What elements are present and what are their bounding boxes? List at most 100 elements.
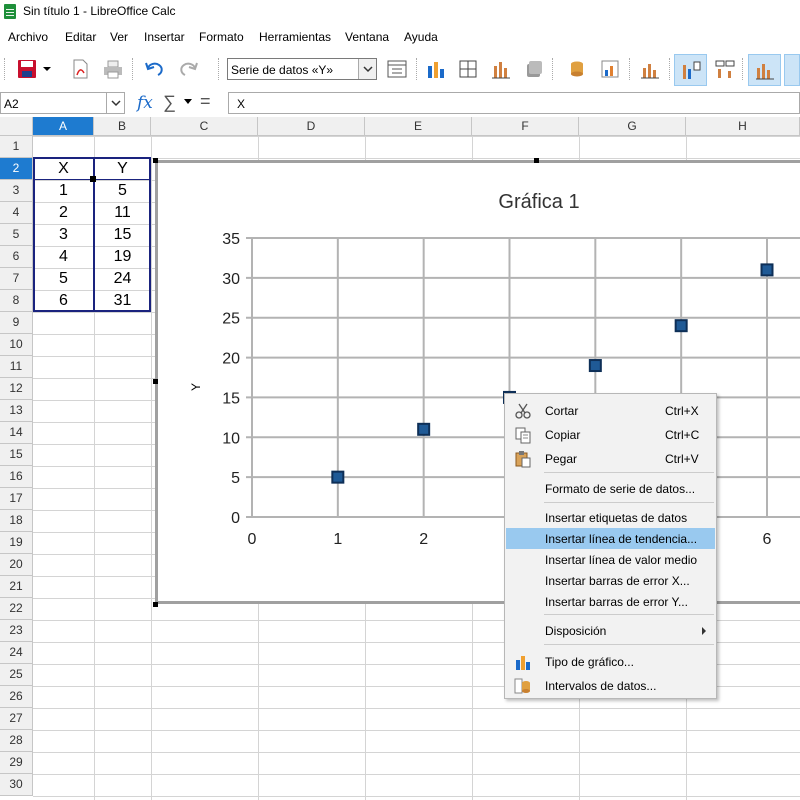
menu-item-label: Copiar [545, 428, 581, 442]
chart-title[interactable]: Gráfica 1 [498, 191, 579, 213]
row-header-13[interactable]: 13 [0, 400, 33, 422]
row-header-16[interactable]: 16 [0, 466, 33, 488]
menu-formato[interactable]: Formato [199, 30, 244, 44]
row-header-5[interactable]: 5 [0, 224, 33, 246]
menu-item-pegar[interactable]: Pegar Ctrl+V [506, 448, 715, 469]
chart-wall-button[interactable] [635, 54, 665, 84]
row-header-6[interactable]: 6 [0, 246, 33, 268]
chart-area-button[interactable] [748, 54, 781, 86]
menu-item-barras-error-x[interactable]: Insertar barras de error X... [506, 570, 715, 591]
chart-resize-handle-left[interactable] [153, 379, 158, 384]
name-box[interactable]: A2 [0, 92, 125, 114]
chart-resize-handle-top-left[interactable] [153, 158, 158, 163]
data-ranges-button[interactable] [562, 54, 592, 84]
menu-item-disposicion[interactable]: Disposición [506, 620, 715, 641]
row-header-9[interactable]: 9 [0, 312, 33, 334]
menu-archivo[interactable]: Archivo [8, 30, 48, 44]
chevron-down-icon[interactable] [106, 93, 124, 113]
undo-button[interactable] [140, 54, 170, 84]
row-header-22[interactable]: 22 [0, 598, 33, 620]
export-pdf-button[interactable] [65, 54, 95, 84]
chart-resize-handle-bottom-left[interactable] [153, 602, 158, 607]
menu-item-label: Cortar [545, 404, 579, 418]
column-header-g[interactable]: G [579, 117, 686, 136]
y-axis-title[interactable]: Y [189, 383, 203, 391]
row-header-28[interactable]: 28 [0, 730, 33, 752]
row-header-19[interactable]: 19 [0, 532, 33, 554]
menu-item-insertar-linea-tendencia[interactable]: Insertar línea de tendencia... [506, 528, 715, 549]
row-header-29[interactable]: 29 [0, 752, 33, 774]
data-point[interactable] [588, 359, 602, 373]
axes-button[interactable] [784, 54, 800, 86]
redo-button[interactable] [173, 54, 203, 84]
menu-item-insertar-etiquetas[interactable]: Insertar etiquetas de datos [506, 507, 715, 528]
data-table-button[interactable] [486, 54, 516, 84]
format-selection-button[interactable] [382, 54, 412, 84]
data-point[interactable] [674, 319, 688, 333]
menu-item-tipo-grafico[interactable]: Tipo de gráfico... [506, 651, 715, 672]
chevron-down-icon[interactable] [358, 59, 376, 79]
row-header-25[interactable]: 25 [0, 664, 33, 686]
menu-item-copiar[interactable]: Copiar Ctrl+C [506, 424, 715, 445]
grid-icon [459, 60, 477, 78]
row-header-4[interactable]: 4 [0, 202, 33, 224]
row-header-15[interactable]: 15 [0, 444, 33, 466]
menu-item-intervalos-datos[interactable]: Intervalos de datos... [506, 675, 715, 696]
row-header-26[interactable]: 26 [0, 686, 33, 708]
row-header-24[interactable]: 24 [0, 642, 33, 664]
menu-ver[interactable]: Ver [110, 30, 128, 44]
save-dropdown-button[interactable] [38, 54, 56, 84]
legend-button[interactable] [674, 54, 707, 86]
data-point[interactable] [331, 470, 345, 484]
chart-resize-handle-top[interactable] [534, 158, 539, 163]
column-header-b[interactable]: B [94, 117, 151, 136]
menu-item-cortar[interactable]: Cortar Ctrl+X [506, 400, 715, 421]
row-header-11[interactable]: 11 [0, 356, 33, 378]
row-header-8[interactable]: 8 [0, 290, 33, 312]
row-header-18[interactable]: 18 [0, 510, 33, 532]
column-header-d[interactable]: D [258, 117, 365, 136]
menu-insertar[interactable]: Insertar [144, 30, 185, 44]
cell-cursor-handle[interactable] [90, 176, 96, 182]
row-header-1[interactable]: 1 [0, 136, 33, 158]
menu-item-insertar-valor-medio[interactable]: Insertar línea de valor medio [506, 549, 715, 570]
chart-element-select[interactable]: Serie de datos «Y» [227, 58, 377, 80]
row-header-3[interactable]: 3 [0, 180, 33, 202]
formula-input[interactable]: X [228, 92, 800, 114]
column-header-e[interactable]: E [365, 117, 472, 136]
row-header-10[interactable]: 10 [0, 334, 33, 356]
sum-icon[interactable]: ∑ [163, 92, 176, 113]
row-header-14[interactable]: 14 [0, 422, 33, 444]
column-header-a[interactable]: A [33, 117, 94, 136]
3d-view-button[interactable] [519, 54, 549, 84]
menu-ventana[interactable]: Ventana [345, 30, 389, 44]
menu-item-barras-error-y[interactable]: Insertar barras de error Y... [506, 591, 715, 612]
sum-dropdown-icon[interactable] [183, 95, 193, 109]
menu-herramientas[interactable]: Herramientas [259, 30, 331, 44]
row-header-7[interactable]: 7 [0, 268, 33, 290]
data-point[interactable] [760, 263, 774, 277]
menu-editar[interactable]: Editar [65, 30, 96, 44]
menu-ayuda[interactable]: Ayuda [404, 30, 438, 44]
column-header-c[interactable]: C [151, 117, 258, 136]
select-all-corner[interactable] [0, 117, 33, 136]
row-header-23[interactable]: 23 [0, 620, 33, 642]
print-button[interactable] [98, 54, 128, 84]
horizontal-grids-button[interactable] [453, 54, 483, 84]
row-header-12[interactable]: 12 [0, 378, 33, 400]
row-header-2[interactable]: 2 [0, 158, 33, 180]
data-series-button[interactable] [595, 54, 625, 84]
chart-type-button[interactable] [421, 54, 451, 84]
data-labels-button[interactable] [709, 54, 739, 84]
row-header-21[interactable]: 21 [0, 576, 33, 598]
column-header-f[interactable]: F [472, 117, 579, 136]
data-point[interactable] [417, 422, 431, 436]
row-header-30[interactable]: 30 [0, 774, 33, 796]
row-header-17[interactable]: 17 [0, 488, 33, 510]
column-header-h[interactable]: H [686, 117, 800, 136]
row-header-20[interactable]: 20 [0, 554, 33, 576]
menu-item-formato-serie[interactable]: Formato de serie de datos... [506, 478, 715, 499]
function-wizard-icon[interactable]: fx [137, 93, 153, 113]
formula-equals-icon[interactable]: = [200, 91, 211, 112]
row-header-27[interactable]: 27 [0, 708, 33, 730]
